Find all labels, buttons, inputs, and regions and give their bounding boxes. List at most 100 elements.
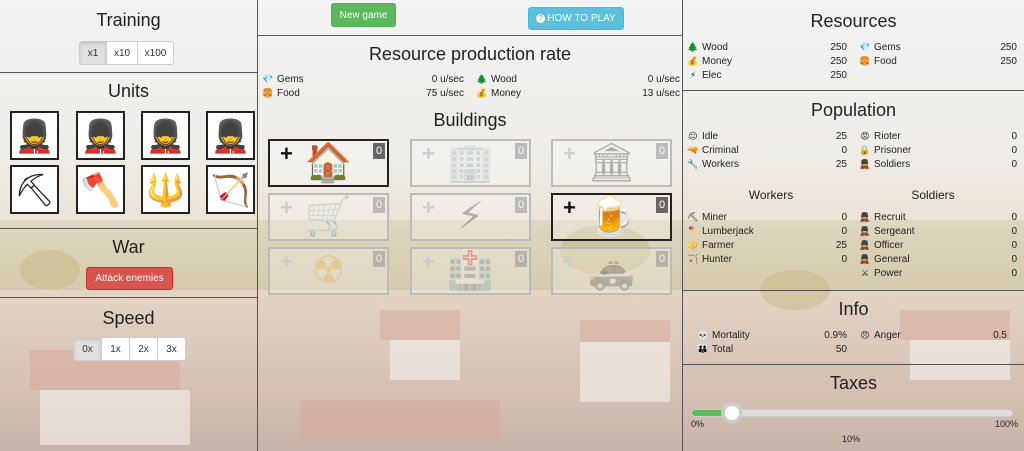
soldiers-title: Soldiers [911, 188, 955, 202]
plus-icon: + [563, 141, 576, 166]
speed-3x-button[interactable]: 3x [157, 337, 186, 361]
building-office-button[interactable]: + 🏢 0 [410, 139, 531, 187]
info-row-mortality: 💀 Mortality 0.9% [697, 328, 847, 342]
population-row-soldiers: 💂 Soldiers 0 [859, 157, 1017, 171]
building-police-button[interactable]: + 🚓 0 [551, 247, 672, 295]
plus-icon: + [280, 249, 293, 274]
production-row-wood: 🌲 Wood 0 u/sec [476, 74, 680, 85]
building-count: 0 [515, 143, 527, 159]
wrench-icon: 🔧 [687, 158, 699, 169]
sergeant-icon: 💂 [859, 225, 871, 236]
bow-icon: 🏹 [210, 171, 251, 208]
soldier-row-recruit: 💂 Recruit 0 [859, 210, 1017, 224]
attack-enemies-button[interactable]: Attack enemies [86, 267, 173, 290]
worker-label: Lumberjack [702, 225, 754, 237]
soldier-row-general: 💂 General 0 [859, 252, 1017, 266]
new-game-button[interactable]: New game [331, 3, 396, 27]
resource-value: 250 [1000, 55, 1017, 67]
training-multiplier-group: x1 x10 x100 [79, 41, 174, 65]
resource-value: 250 [830, 69, 847, 81]
unit-officer-button[interactable]: 💂 [141, 111, 190, 160]
population-value: 25 [835, 158, 847, 170]
population-row-rioter: 😡 Rioter 0 [859, 129, 1017, 143]
population-value: 0 [1011, 158, 1017, 170]
plus-icon: + [563, 249, 576, 274]
building-house-button[interactable]: + 🏠 0 [268, 139, 389, 187]
training-x10-button[interactable]: x10 [106, 41, 138, 65]
info-row-total: 👪 Total 50 [697, 342, 847, 356]
officer-icon: 💂 [859, 239, 871, 250]
pitchfork-icon: 🔱 [145, 171, 186, 208]
speed-group: 0x 1x 2x 3x [73, 337, 186, 361]
resource-value: 250 [830, 55, 847, 67]
plus-icon: + [280, 141, 293, 166]
divider [0, 297, 257, 298]
tax-current-label: 10% [842, 434, 861, 444]
shopping-cart-icon: 🛒 [304, 196, 353, 238]
angry-face-icon: 😡 [860, 130, 870, 141]
house-icon: 🏠 [304, 142, 353, 184]
building-hospital-button[interactable]: + 🏥 0 [410, 247, 531, 295]
training-x100-button[interactable]: x100 [137, 41, 174, 65]
soldier-value: 0 [1011, 211, 1017, 223]
unit-hunter-button[interactable]: 🏹 [206, 165, 255, 214]
resource-row-money: 💰 Money 250 [687, 54, 847, 68]
production-label: Food [277, 88, 300, 99]
left-panel: Training x1 x10 x100 Units 💂 💂 💂 💂 ⛏ 🪓 🔱… [0, 0, 258, 451]
police-car-icon: 🚓 [587, 250, 636, 292]
soldier-label: Power [874, 267, 903, 279]
gun-icon: 🔫 [687, 144, 699, 155]
burger-icon: 🍔 [262, 88, 274, 98]
building-count: 0 [515, 251, 527, 267]
building-power-button[interactable]: + ⚡ 0 [410, 193, 531, 241]
unit-guard-button[interactable]: 💂 [10, 111, 59, 160]
divider [683, 364, 1024, 365]
speed-2x-button[interactable]: 2x [129, 337, 158, 361]
resource-row-elec: ⚡ Elec 250 [687, 68, 847, 82]
population-label: Idle [702, 130, 719, 142]
worker-value: 0 [841, 211, 847, 223]
soldier-label: Officer [874, 239, 904, 251]
building-bank-button[interactable]: + 🏛 0 [551, 139, 672, 187]
tax-slider[interactable] [691, 402, 1013, 424]
unit-sergeant-button[interactable]: 💂 [76, 111, 125, 160]
soldier-label: Recruit [874, 211, 906, 223]
how-to-play-button[interactable]: ? HOW TO PLAY [528, 7, 624, 30]
gem-icon: 💎 [262, 74, 274, 84]
worker-label: Farmer [702, 239, 735, 251]
speed-title: Speed [102, 308, 155, 328]
beer-mug-icon: 🍺 [587, 196, 636, 238]
building-market-button[interactable]: + 🛒 0 [268, 193, 389, 241]
middle-panel: New game ? HOW TO PLAY Resource producti… [258, 0, 683, 451]
officer-icon: 💂 [145, 117, 186, 154]
building-count: 0 [373, 143, 385, 159]
building-count: 0 [373, 197, 385, 213]
guard-icon: 💂 [859, 158, 871, 169]
production-title: Resource production rate [368, 44, 572, 64]
moneybag-icon: 💰 [476, 88, 488, 98]
speed-0x-button[interactable]: 0x [73, 337, 102, 361]
unit-lumberjack-button[interactable]: 🪓 [76, 165, 125, 214]
info-label: Mortality [712, 329, 750, 341]
training-x1-button[interactable]: x1 [79, 41, 107, 65]
soldier-row-sergeant: 💂 Sergeant 0 [859, 224, 1017, 238]
production-row-money: 💰 Money 13 u/sec [476, 88, 680, 99]
general-icon: 💂 [859, 253, 871, 264]
people-icon: 👪 [697, 343, 709, 354]
soldier-value: 0 [1011, 225, 1017, 237]
unit-farmer-button[interactable]: 🔱 [141, 165, 190, 214]
plus-icon: + [280, 195, 293, 220]
tax-slider-handle[interactable] [721, 402, 743, 424]
speed-1x-button[interactable]: 1x [101, 337, 130, 361]
population-label: Rioter [874, 130, 901, 142]
population-row-prisoner: 🔒 Prisoner 0 [859, 143, 1017, 157]
unit-miner-button[interactable]: ⛏ [10, 165, 59, 214]
recruit-icon: 💂 [859, 211, 871, 222]
plus-icon: + [422, 195, 435, 220]
neutral-face-icon: 😐 [688, 130, 698, 141]
unit-general-button[interactable]: 💂 [206, 111, 255, 160]
building-tavern-button[interactable]: + 🍺 0 [551, 193, 672, 241]
office-building-icon: 🏢 [446, 142, 495, 184]
building-nuclear-button[interactable]: + ☢ 0 [268, 247, 389, 295]
info-value: 50 [835, 343, 847, 355]
